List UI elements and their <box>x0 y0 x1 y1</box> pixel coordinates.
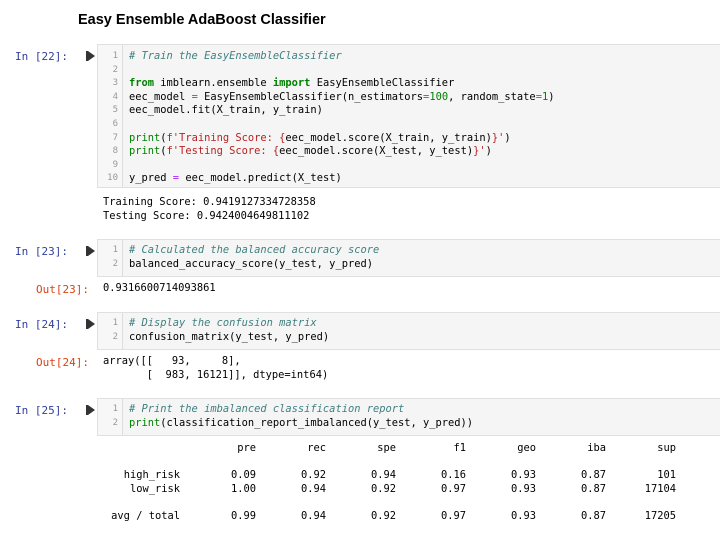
input-prompt: In [22]: <box>15 50 68 63</box>
report-header: sup <box>657 442 676 454</box>
report-cell: 0.93 <box>510 483 536 495</box>
run-cell-icon[interactable] <box>86 51 95 61</box>
code-cell-22[interactable]: 1 # Train the EasyEnsembleClassifier 2 3f… <box>97 44 720 188</box>
code-cell-25[interactable]: 1 # Print the imbalanced classification r… <box>97 398 720 436</box>
report-cell: 0.97 <box>440 483 466 495</box>
report-row-label: high_risk <box>123 469 180 481</box>
report-row-label: avg / total <box>111 510 180 522</box>
stdout-line: Testing Score: 0.9424004649811102 <box>103 209 310 222</box>
output-prompt: Out[23]: <box>36 283 89 296</box>
report-cell: 17205 <box>644 510 676 522</box>
output-prompt: Out[24]: <box>36 356 89 369</box>
run-cell-icon[interactable] <box>86 405 95 415</box>
report-header: rec <box>307 442 326 454</box>
report-cell: 0.93 <box>510 510 536 522</box>
input-prompt: In [23]: <box>15 245 68 258</box>
report-cell: 0.94 <box>300 483 326 495</box>
section-heading: Easy Ensemble AdaBoost Classifier <box>78 12 326 28</box>
report-cell: 0.09 <box>230 469 256 481</box>
result-value: 0.9316600714093861 <box>103 282 216 294</box>
code-cell-24[interactable]: 1 # Display the confusion matrix 2 confusi… <box>97 312 720 350</box>
report-cell: 1.00 <box>230 483 256 495</box>
report-cell: 0.97 <box>440 510 466 522</box>
report-cell: 0.99 <box>230 510 256 522</box>
run-cell-icon[interactable] <box>86 319 95 329</box>
report-header: f1 <box>453 442 466 454</box>
result-line: array([[ 93, 8], <box>103 355 241 367</box>
report-cell: 0.87 <box>580 483 606 495</box>
code-cell-23[interactable]: 1 # Calculated the balanced accuracy scor… <box>97 239 720 277</box>
report-cell: 0.16 <box>440 469 466 481</box>
report-row-label: low_risk <box>129 483 180 495</box>
report-cell: 0.92 <box>370 483 396 495</box>
report-cell: 101 <box>657 469 676 481</box>
report-cell: 17104 <box>644 483 676 495</box>
report-cell: 0.94 <box>370 469 396 481</box>
report-header: geo <box>517 442 536 454</box>
report-cell: 0.94 <box>300 510 326 522</box>
report-cell: 0.87 <box>580 469 606 481</box>
input-prompt: In [24]: <box>15 318 68 331</box>
report-cell: 0.87 <box>580 510 606 522</box>
report-header: iba <box>587 442 606 454</box>
report-cell: 0.92 <box>370 510 396 522</box>
report-header: pre <box>237 442 256 454</box>
result-line: [ 983, 16121]], dtype=int64) <box>103 368 329 381</box>
stdout-line: Training Score: 0.9419127334728358 <box>103 196 316 208</box>
report-cell: 0.92 <box>300 469 326 481</box>
run-cell-icon[interactable] <box>86 246 95 256</box>
input-prompt: In [25]: <box>15 404 68 417</box>
report-header: spe <box>377 442 396 454</box>
report-cell: 0.93 <box>510 469 536 481</box>
